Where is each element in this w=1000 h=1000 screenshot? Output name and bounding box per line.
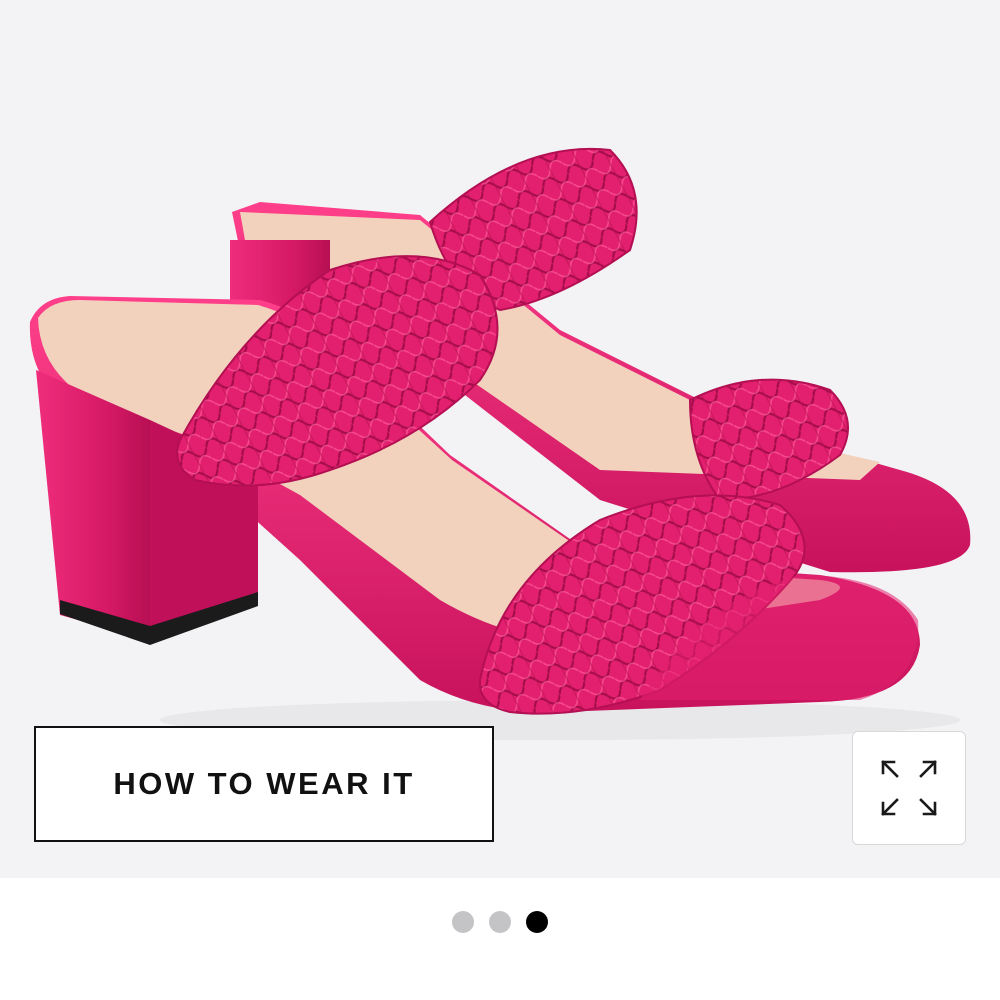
expand-button[interactable] (852, 731, 966, 845)
carousel-pagination (0, 900, 1000, 944)
carousel-dot-1[interactable] (452, 911, 474, 933)
expand-arrows-icon (881, 760, 937, 816)
how-to-wear-button[interactable]: HOW TO WEAR IT (34, 726, 494, 842)
carousel-dot-2[interactable] (489, 911, 511, 933)
product-image-viewer: HOW TO WEAR IT (0, 0, 1000, 878)
carousel-dot-3[interactable] (526, 911, 548, 933)
how-to-wear-label: HOW TO WEAR IT (113, 766, 415, 801)
